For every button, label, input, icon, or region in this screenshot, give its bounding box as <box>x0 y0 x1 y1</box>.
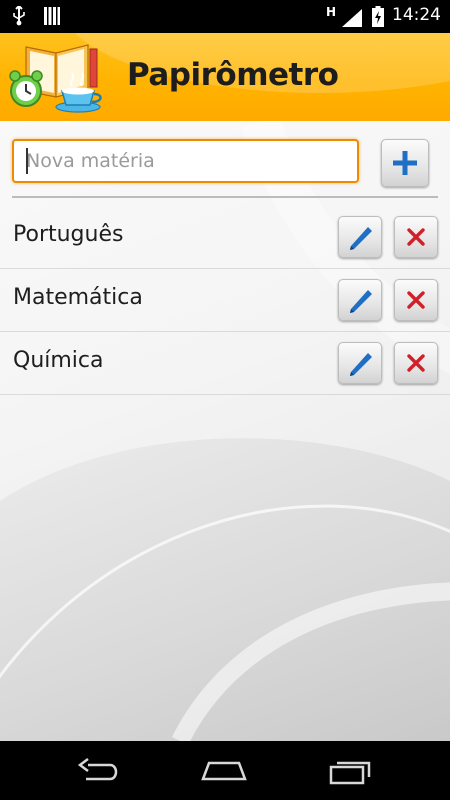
pencil-icon <box>350 353 372 376</box>
recent-apps-icon[interactable] <box>325 755 375 787</box>
edit-subject-button[interactable] <box>338 342 382 384</box>
status-bar: H 14:24 <box>0 0 450 33</box>
list-item: Matemática <box>0 269 450 332</box>
navigation-bar <box>0 741 450 800</box>
divider <box>12 196 438 198</box>
delete-subject-button[interactable] <box>394 279 438 321</box>
pencil-icon <box>350 227 372 250</box>
plus-icon <box>393 151 417 175</box>
battery-charging-icon <box>372 6 384 27</box>
app-header: Papirômetro <box>0 33 450 121</box>
delete-subject-button[interactable] <box>394 216 438 258</box>
subject-label: Português <box>13 222 124 247</box>
signal-bars-icon <box>44 7 60 25</box>
add-subject-button[interactable] <box>381 139 429 187</box>
text-cursor <box>26 148 28 174</box>
pencil-icon <box>350 290 372 313</box>
network-type-label: H <box>326 5 337 19</box>
subject-label: Matemática <box>13 285 143 310</box>
cell-signal-icon <box>342 9 362 27</box>
edit-subject-button[interactable] <box>338 216 382 258</box>
edit-subject-button[interactable] <box>338 279 382 321</box>
usb-icon <box>13 6 25 26</box>
subject-label: Química <box>13 348 104 373</box>
app-logo-icon <box>9 44 102 113</box>
subject-list: Português Matemática Química <box>0 206 450 395</box>
back-icon[interactable] <box>74 755 124 787</box>
clock: 14:24 <box>392 5 441 25</box>
main-content: Português Matemática <box>0 121 450 741</box>
delete-subject-button[interactable] <box>394 342 438 384</box>
list-item: Português <box>0 206 450 269</box>
close-icon <box>407 354 425 372</box>
new-subject-input[interactable] <box>12 139 359 183</box>
home-icon[interactable] <box>199 755 249 787</box>
close-icon <box>407 291 425 309</box>
list-item: Química <box>0 332 450 395</box>
app-title: Papirômetro <box>127 57 339 93</box>
close-icon <box>407 228 425 246</box>
